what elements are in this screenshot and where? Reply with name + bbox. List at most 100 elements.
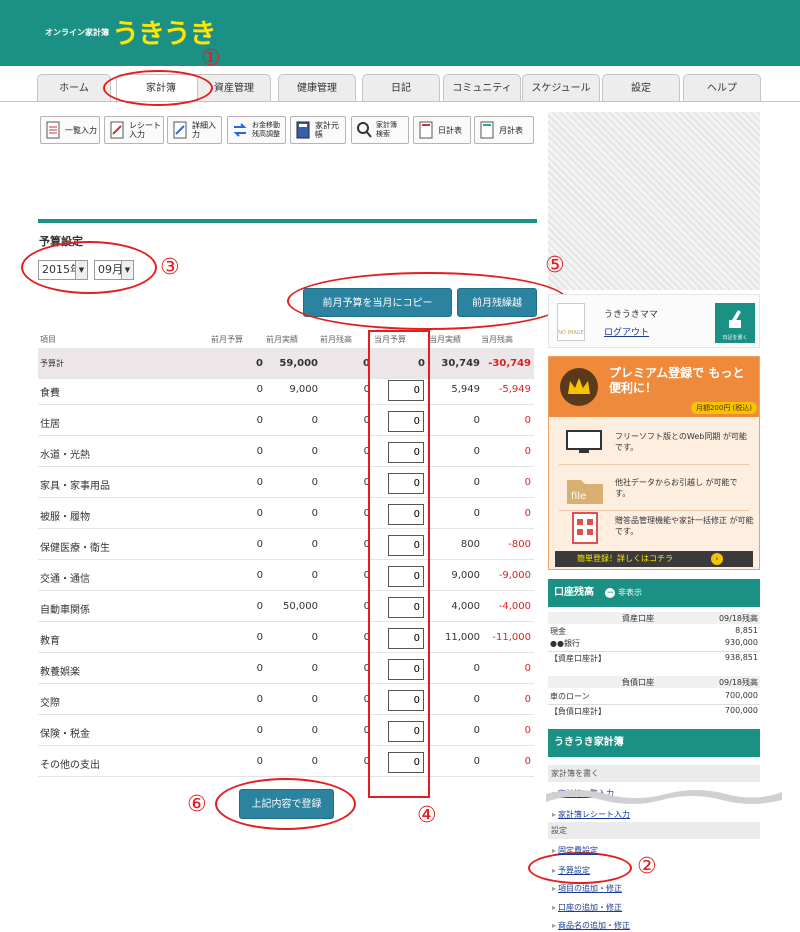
sidebar-link-fixed-cost[interactable]: 固定費設定 <box>552 845 598 856</box>
hide-toggle[interactable]: − 非表示 <box>605 588 642 598</box>
total-cur-actual: 30,749 <box>441 358 480 369</box>
tab-community[interactable]: コミュニティ <box>443 74 521 102</box>
ad-placeholder <box>548 112 760 290</box>
prev-actual: 0 <box>311 477 318 488</box>
tab-schedule[interactable]: スケジュール <box>522 74 600 102</box>
premium-title: プレミアム登録で もっと便利に！ <box>609 366 745 395</box>
total-prev-actual: 59,000 <box>279 358 318 369</box>
sidebar-link-budget[interactable]: 予算設定 <box>552 865 590 876</box>
tab-home[interactable]: ホーム <box>37 74 111 102</box>
toolbar-monthly-button[interactable]: 月計表 <box>474 116 534 144</box>
tab-health[interactable]: 健康管理 <box>278 74 356 102</box>
annotation-4: ④ <box>417 803 437 828</box>
prev-budget: 0 <box>256 477 263 488</box>
monthly-sheet-icon <box>480 121 494 139</box>
prev-budget: 0 <box>256 632 263 643</box>
receipt-input-icon <box>110 121 124 139</box>
annotation-ellipse-5 <box>287 272 568 330</box>
daily-sheet-icon <box>419 121 433 139</box>
prev-actual: 0 <box>311 694 318 705</box>
sidebar-link-receipt-input[interactable]: 家計簿レシート入力 <box>552 809 630 820</box>
premium-banner[interactable]: プレミアム登録で もっと便利に！ 月額200円 (税込) フリーソフト版とのWe… <box>548 356 760 570</box>
table-row: 保険・税金 0 0 0 0 0 <box>38 715 534 746</box>
annotation-ellipse-3 <box>21 241 157 294</box>
ledger-icon <box>296 121 310 139</box>
toolbar-list-input-button[interactable]: 一覧入力 <box>40 116 100 144</box>
cur-balance: 0 <box>524 446 531 457</box>
table-row: 水道・光熱 0 0 0 0 0 <box>38 436 534 467</box>
monitor-icon <box>566 430 602 453</box>
cur-actual: 0 <box>473 508 480 519</box>
row-name: 保険・税金 <box>40 729 90 740</box>
table-row: 食費09,00005,949-5,949 <box>38 374 534 405</box>
account-name: ●●銀行 <box>550 639 580 648</box>
toolbar-detail-input-button[interactable]: 詳細入力 <box>167 116 222 144</box>
row-name: 家具・家事用品 <box>40 481 110 492</box>
tab-diary[interactable]: 日記 <box>362 74 440 102</box>
premium-item-text: フリーソフト版とのWeb同期 が可能です。 <box>615 432 747 452</box>
account-value: 700,000 <box>724 691 758 700</box>
logout-link[interactable]: ログアウト <box>604 325 649 338</box>
account-value: 930,000 <box>724 638 758 647</box>
cur-actual: 11,000 <box>445 632 480 643</box>
tab-help[interactable]: ヘルプ <box>683 74 761 102</box>
prev-budget: 0 <box>256 508 263 519</box>
premium-item-gift: 贈答品管理機能や家計一括修正 が可能です。 <box>559 509 754 553</box>
toolbar-receipt-input-button[interactable]: レシート入力 <box>104 116 164 144</box>
annotation-5: ⑤ <box>545 253 565 278</box>
user-name: うきうきママ <box>604 310 658 320</box>
cur-balance: -9,000 <box>498 570 531 581</box>
sidebar-link-items[interactable]: 項目の追加・修正 <box>552 883 622 894</box>
account-row[interactable]: 車のローン 700,000 <box>548 691 760 702</box>
premium-item-import: file 他社データからお引越し が可能です。 <box>559 467 749 511</box>
debt-header: 負債口座 <box>622 678 654 687</box>
col-cur-actual: 当月実績 <box>429 335 461 344</box>
tab-settings[interactable]: 設定 <box>602 74 680 102</box>
cur-actual: 5,949 <box>451 384 480 395</box>
prev-actual: 0 <box>311 663 318 674</box>
toolbar-label: 詳細入力 <box>192 121 216 139</box>
row-name: 住居 <box>40 419 60 430</box>
cur-actual: 0 <box>473 663 480 674</box>
annotation-6: ⑥ <box>187 792 207 817</box>
sidebar-link-accounts[interactable]: 口座の追加・修正 <box>552 902 622 913</box>
premium-signup-link[interactable]: 簡単登録！詳しくはコチラ › <box>555 551 753 567</box>
debt-header-row: 負債口座 09/18残高 <box>548 676 760 688</box>
table-row: 住居 0 0 0 0 0 <box>38 405 534 436</box>
toolbar-daily-button[interactable]: 日計表 <box>413 116 471 144</box>
premium-footer-label: 簡単登録！詳しくはコチラ <box>577 554 673 563</box>
folder-icon: file <box>567 480 603 504</box>
annotation-1: ① <box>201 46 221 71</box>
chevron-right-icon: › <box>711 553 723 565</box>
premium-item-text: 贈答品管理機能や家計一括修正 が可能です。 <box>615 516 754 536</box>
toolbar-ledger-button[interactable]: 家計元帳 <box>290 116 346 144</box>
brand-logo[interactable]: うきうき <box>112 12 216 51</box>
prev-budget: 0 <box>256 415 263 426</box>
row-name: 食費 <box>40 388 60 399</box>
prev-budget: 0 <box>256 384 263 395</box>
account-row[interactable]: 現金 8,851 <box>548 626 760 637</box>
annotation-2: ② <box>637 854 657 879</box>
account-row[interactable]: ●●銀行 930,000 <box>548 638 760 649</box>
cur-balance: -5,949 <box>498 384 531 395</box>
minus-icon: − <box>605 588 616 598</box>
debt-total-row: 【負債口座計】 700,000 <box>548 704 760 716</box>
prev-budget: 0 <box>256 446 263 457</box>
premium-item-sync: フリーソフト版とのWeb同期 が可能です。 <box>559 421 749 465</box>
toolbar-label: 日計表 <box>438 125 462 135</box>
sidebar-link-products[interactable]: 商品名の追加・修正 <box>552 920 630 931</box>
asset-header-row: 資産口座 09/18残高 <box>548 612 760 624</box>
cur-actual: 0 <box>473 477 480 488</box>
annotation-rect-4 <box>368 330 430 798</box>
write-diary-button[interactable]: 日記を書く <box>715 303 755 343</box>
prev-actual: 0 <box>311 570 318 581</box>
premium-price: 月額200円 (税込) <box>691 402 757 414</box>
asset-total-label: 【資産口座計】 <box>550 654 606 663</box>
row-name: 被服・履物 <box>40 512 90 523</box>
toolbar-label: 月計表 <box>499 125 523 135</box>
toolbar-transfer-button[interactable]: お金移動 残高調整 <box>227 116 286 144</box>
toolbar-label: お金移動 残高調整 <box>252 121 280 138</box>
crown-icon <box>560 368 598 406</box>
toolbar-search-button[interactable]: 家計簿 検索 <box>351 116 409 144</box>
prev-budget: 0 <box>256 694 263 705</box>
